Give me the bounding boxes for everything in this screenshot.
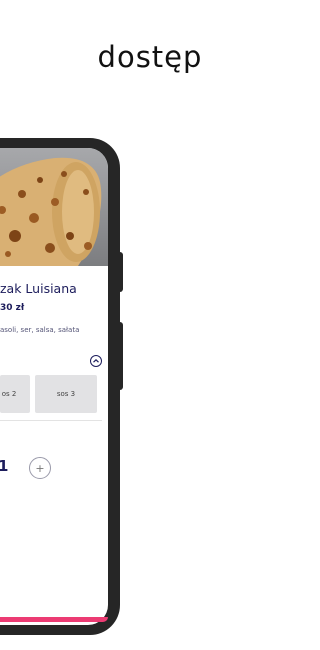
- plus-icon: +: [35, 461, 45, 475]
- sauce-option[interactable]: os 2: [0, 375, 30, 413]
- product-name: zak Luisiana: [0, 281, 77, 296]
- product-ingredients: asoli, ser, salsa, sałata: [0, 326, 80, 334]
- increase-quantity-button[interactable]: +: [29, 457, 51, 479]
- quantity-value: 1: [0, 457, 9, 475]
- product-photo: [0, 148, 108, 266]
- wrap-illustration: [0, 157, 102, 266]
- divider: [0, 420, 102, 421]
- chevron-up-icon: [93, 358, 99, 363]
- sauce-option-label: os 2: [1, 390, 17, 398]
- add-to-cart-bar[interactable]: [0, 617, 108, 622]
- product-price: 30 zł: [0, 303, 25, 313]
- collapse-button[interactable]: [90, 355, 102, 367]
- sauce-option[interactable]: sos 3: [35, 375, 97, 413]
- sauce-option-label: sos 3: [56, 390, 76, 398]
- headline: dostęp: [97, 40, 203, 74]
- promo-screen: dostęp zak Luisiana 30 zł asoli, ser, sa…: [0, 0, 300, 650]
